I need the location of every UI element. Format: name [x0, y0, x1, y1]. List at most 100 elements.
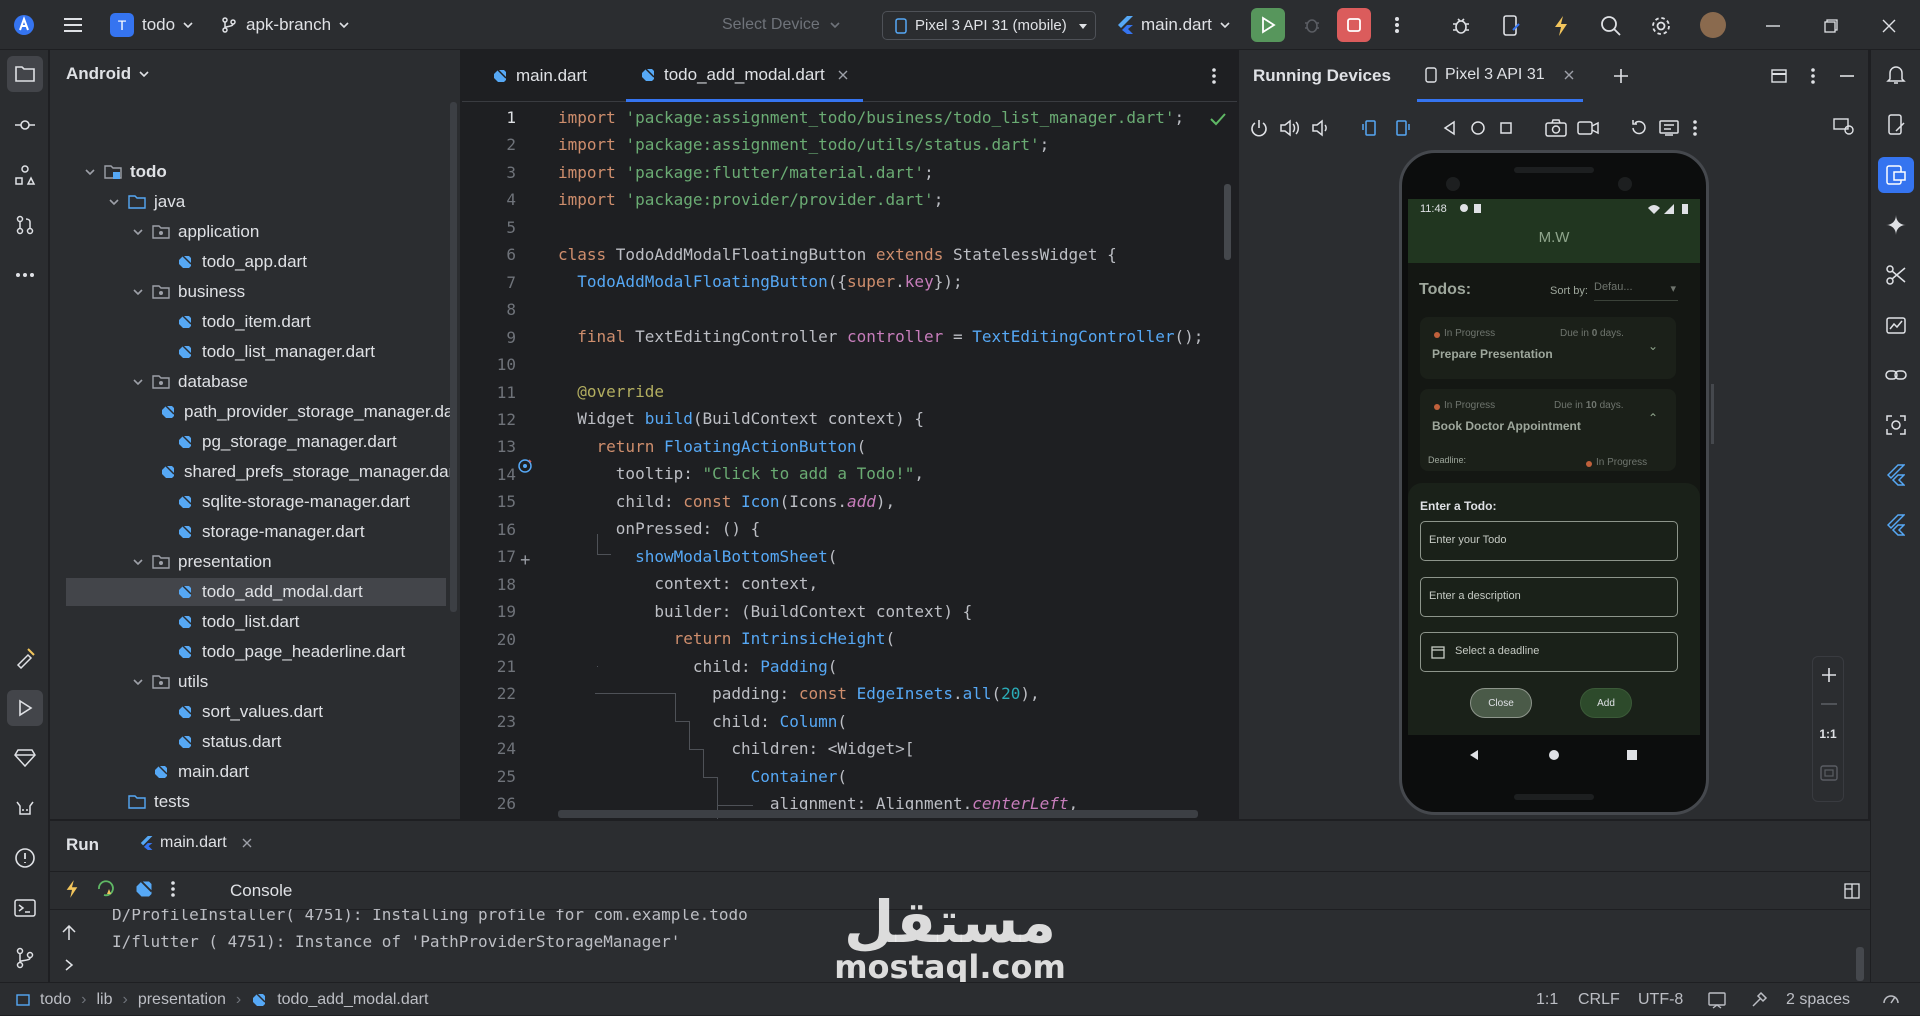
run-tab-main-dart[interactable]: main.dart — [136, 821, 257, 865]
tree-item[interactable]: todo_android — [66, 818, 446, 819]
settings-gear-icon[interactable] — [1648, 13, 1674, 39]
tree-item[interactable]: java — [66, 188, 446, 216]
description-input[interactable]: Enter a description — [1420, 577, 1678, 617]
debug-button[interactable] — [1297, 8, 1327, 42]
add-button[interactable]: Add — [1580, 688, 1632, 718]
search-icon[interactable] — [1598, 13, 1624, 39]
chevron-down-icon[interactable] — [82, 164, 98, 180]
status-select[interactable]: In Progress — [1596, 457, 1647, 468]
tree-item[interactable]: todo_page_headerline.dart — [66, 638, 446, 666]
deadline-picker[interactable]: Select a deadline — [1420, 632, 1678, 672]
display-settings-icon[interactable] — [1659, 118, 1681, 138]
tree-item[interactable]: path_provider_storage_manager.dart — [66, 398, 454, 426]
main-menu-icon[interactable] — [62, 0, 84, 50]
chevron-down-icon[interactable] — [130, 674, 146, 690]
close-tab-icon[interactable] — [1563, 69, 1575, 81]
run-tool-icon[interactable] — [7, 690, 43, 726]
code-style-icon[interactable] — [1750, 991, 1768, 1009]
run-button[interactable] — [1251, 8, 1285, 42]
hot-restart-icon[interactable] — [96, 879, 118, 899]
tab-todo-add-modal[interactable]: todo_add_modal.dart — [626, 50, 863, 102]
app-quality-insights-icon[interactable] — [1878, 307, 1914, 343]
device-manager-tool-icon[interactable] — [1878, 107, 1914, 143]
toolbar-more-icon[interactable] — [1691, 119, 1699, 137]
tree-item[interactable]: todo — [66, 158, 446, 186]
device-dropdown[interactable]: Pixel 3 API 31 (mobile) — [882, 11, 1096, 40]
line-separator[interactable]: CRLF — [1578, 983, 1620, 1016]
link-icon[interactable] — [1878, 357, 1914, 393]
volume-up-icon[interactable] — [1279, 118, 1301, 138]
volume-down-icon[interactable] — [1311, 118, 1331, 138]
project-tool-icon[interactable] — [7, 56, 43, 92]
phone-screen[interactable]: 11:48 M.W Todos: Sort by: Defau... ▾ In … — [1408, 199, 1700, 775]
tab-main-dart[interactable]: main.dart — [476, 50, 603, 102]
run-config-dropdown[interactable]: main.dart — [1117, 0, 1232, 50]
tab-options-icon[interactable] — [1202, 64, 1226, 88]
pull-requests-icon[interactable] — [7, 207, 43, 243]
rotate-right-icon[interactable] — [1391, 118, 1411, 138]
layout-toggle-icon[interactable] — [1844, 883, 1860, 899]
editor-horizontal-scrollbar[interactable] — [558, 810, 1198, 818]
tree-item[interactable]: utils — [66, 668, 446, 696]
todo-title-input[interactable]: Enter your Todo — [1420, 521, 1678, 561]
scroll-up-arrow-icon[interactable] — [62, 925, 76, 941]
add-gutter-icon[interactable]: + — [520, 550, 531, 571]
stop-button[interactable] — [1337, 8, 1371, 42]
indent-setting[interactable]: 2 spaces — [1786, 983, 1850, 1016]
add-device-icon[interactable] — [1609, 64, 1633, 88]
flutter-outline-icon[interactable] — [1878, 457, 1914, 493]
screenshot-icon[interactable] — [1545, 118, 1567, 138]
mirror-settings-icon[interactable] — [1833, 116, 1855, 136]
console-output[interactable]: D/ProfileInstaller( 4751): Installing pr… — [112, 909, 1832, 983]
attach-debugger-icon[interactable] — [1448, 13, 1474, 39]
todo-card[interactable]: In Progress Due in 0 days. Prepare Prese… — [1420, 317, 1676, 379]
screen-record-icon[interactable] — [1577, 118, 1599, 138]
power-icon[interactable] — [1249, 118, 1269, 138]
select-device-dropdown[interactable]: Select Device — [722, 0, 842, 50]
chevron-down-icon[interactable] — [130, 224, 146, 240]
nav-home-icon[interactable] — [1548, 749, 1560, 761]
tree-item[interactable]: todo_list.dart — [66, 608, 446, 636]
rotate-left-icon[interactable] — [1361, 118, 1381, 138]
no-problems-check-icon[interactable] — [1210, 112, 1226, 126]
hot-reload-icon[interactable] — [64, 879, 80, 899]
screen-capture-icon[interactable] — [1878, 407, 1914, 443]
chevron-down-icon[interactable] — [106, 194, 122, 210]
expand-arrow-icon[interactable] — [64, 959, 74, 971]
tree-item[interactable]: business — [66, 278, 446, 306]
restore-window-icon[interactable] — [1818, 13, 1844, 39]
tree-item[interactable]: sqlite-storage-manager.dart — [66, 488, 446, 516]
layout-icon[interactable] — [1767, 64, 1791, 88]
tree-item[interactable]: pg_storage_manager.dart — [66, 428, 446, 456]
override-gutter-icon[interactable] — [517, 458, 533, 474]
project-switcher[interactable]: T todo — [110, 0, 195, 50]
close-button[interactable]: Close — [1470, 688, 1532, 718]
tree-item[interactable]: shared_prefs_storage_manager.dart — [66, 458, 454, 486]
tree-item[interactable]: todo_list_manager.dart — [66, 338, 446, 366]
breadcrumb-item[interactable]: todo_add_modal.dart — [277, 991, 428, 1009]
commit-tool-icon[interactable] — [7, 107, 43, 143]
dart-devtools-icon[interactable] — [7, 740, 43, 776]
close-tab-icon[interactable] — [837, 69, 849, 81]
problems-icon[interactable] — [7, 840, 43, 876]
actual-size-button[interactable]: 1:1 — [1813, 727, 1843, 741]
panel-options-icon[interactable] — [1801, 64, 1825, 88]
expand-chevron-icon[interactable]: ⌄ — [1648, 339, 1658, 353]
hot-reload-icon[interactable] — [1548, 13, 1574, 39]
terminal-icon[interactable] — [7, 890, 43, 926]
tree-item[interactable]: application — [66, 218, 446, 246]
tree-item[interactable]: todo_app.dart — [66, 248, 446, 276]
close-window-icon[interactable] — [1876, 13, 1902, 39]
caret-position[interactable]: 1:1 — [1536, 983, 1558, 1016]
user-avatar[interactable] — [1700, 12, 1726, 38]
tree-item[interactable]: tests — [66, 788, 446, 816]
collapse-chevron-icon[interactable]: ⌃ — [1648, 411, 1658, 425]
chevron-down-icon[interactable] — [130, 374, 146, 390]
console-scrollbar[interactable] — [1856, 947, 1864, 981]
editor-body[interactable]: 1 2 3 4 5 6 7 8 9 10 11 12 13 14 15 16 17 18 19 20 21 22 23 24 2… — [462, 104, 1237, 819]
tree-item[interactable]: main.dart — [66, 758, 446, 786]
app-logo-icon[interactable] — [12, 0, 36, 50]
zoom-out-icon[interactable] — [1821, 703, 1837, 705]
tree-item[interactable]: storage-manager.dart — [66, 518, 446, 546]
breadcrumb-item[interactable]: todo — [40, 991, 71, 1009]
